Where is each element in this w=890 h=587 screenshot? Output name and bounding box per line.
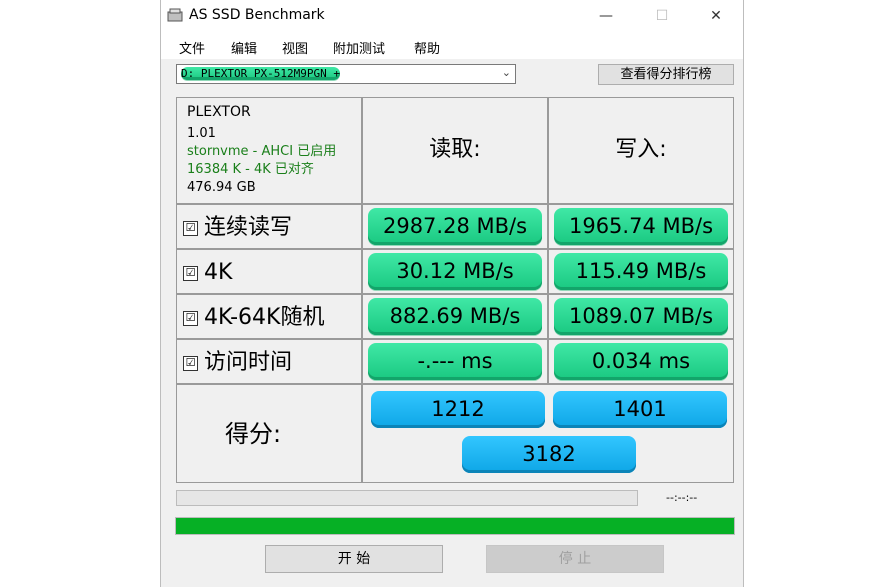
menu-help[interactable]: 帮助 — [414, 38, 440, 57]
score-label: 得分: — [176, 384, 362, 483]
title-bar: AS SSD Benchmark — ☐ ✕ — [161, 0, 743, 32]
4k-write-value: 115.49 MB/s — [554, 253, 728, 290]
drive-info-panel: PLEXTOR 1.01 stornvme - AHCI 已启用 16384 K… — [176, 97, 362, 204]
score-total: 3182 — [462, 436, 636, 473]
row-label-text: 4K-64K随机 — [204, 305, 325, 330]
maximize-button[interactable]: ☐ — [639, 0, 685, 32]
write-header: 写入: — [548, 97, 734, 204]
benchmark-grid: PLEXTOR 1.01 stornvme - AHCI 已启用 16384 K… — [176, 97, 734, 512]
4k-read-value: 30.12 MB/s — [368, 253, 542, 290]
drive-driver: stornvme - AHCI 已启用 — [187, 144, 337, 159]
menu-extra-tests[interactable]: 附加测试 — [333, 38, 385, 57]
menu-file[interactable]: 文件 — [179, 38, 205, 57]
row-label-4k[interactable]: ☑ 4K — [176, 249, 362, 294]
app-disk-icon — [167, 8, 183, 22]
row-label-text: 连续读写 — [204, 215, 293, 240]
drive-capacity: 476.94 GB — [187, 180, 256, 195]
view-ranking-button[interactable]: 查看得分排行榜 — [598, 64, 734, 85]
menu-bar: 文件 编辑 视图 附加测试 帮助 — [161, 32, 743, 59]
drive-select[interactable]: D: PLEXTOR PX-512M9PGN + ⌄ — [176, 64, 516, 84]
row-label-4k-64k[interactable]: ☑ 4K-64K随机 — [176, 294, 362, 339]
4k64-read-value: 882.69 MB/s — [368, 298, 542, 335]
seq-write-value: 1965.74 MB/s — [554, 208, 728, 245]
seq-read-value: 2987.28 MB/s — [368, 208, 542, 245]
row-label-sequential[interactable]: ☑ 连续读写 — [176, 204, 362, 249]
minimize-button[interactable]: — — [583, 0, 629, 32]
row-label-text: 4K — [204, 260, 233, 285]
checkbox-icon[interactable]: ☑ — [183, 311, 198, 326]
row-label-access-time[interactable]: ☑ 访问时间 — [176, 339, 362, 384]
read-header: 读取: — [362, 97, 548, 204]
test-progress-bar — [176, 490, 638, 506]
menu-view[interactable]: 视图 — [282, 38, 308, 57]
drive-alignment: 16384 K - 4K 已对齐 — [187, 162, 314, 177]
close-button[interactable]: ✕ — [693, 0, 739, 32]
drive-vendor: PLEXTOR — [187, 104, 251, 120]
drive-select-value: D: PLEXTOR PX-512M9PGN + — [181, 67, 340, 80]
4k64-write-value: 1089.07 MB/s — [554, 298, 728, 335]
score-write: 1401 — [553, 391, 727, 428]
access-read-value: -.--- ms — [368, 343, 542, 380]
as-ssd-window: AS SSD Benchmark — ☐ ✕ 文件 编辑 视图 附加测试 帮助 … — [160, 0, 744, 587]
menu-edit[interactable]: 编辑 — [231, 38, 257, 57]
checkbox-icon[interactable]: ☑ — [183, 266, 198, 281]
row-label-text: 访问时间 — [204, 350, 293, 375]
elapsed-timer: --:--:-- — [666, 491, 698, 504]
overall-progress-bar — [175, 517, 735, 535]
score-read: 1212 — [371, 391, 545, 428]
chevron-down-icon: ⌄ — [501, 66, 511, 79]
window-title: AS SSD Benchmark — [189, 7, 325, 23]
drive-firmware: 1.01 — [187, 126, 216, 141]
start-button[interactable]: 开 始 — [265, 545, 443, 573]
access-write-value: 0.034 ms — [554, 343, 728, 380]
stop-button[interactable]: 停 止 — [486, 545, 664, 573]
checkbox-icon[interactable]: ☑ — [183, 356, 198, 371]
checkbox-icon[interactable]: ☑ — [183, 221, 198, 236]
